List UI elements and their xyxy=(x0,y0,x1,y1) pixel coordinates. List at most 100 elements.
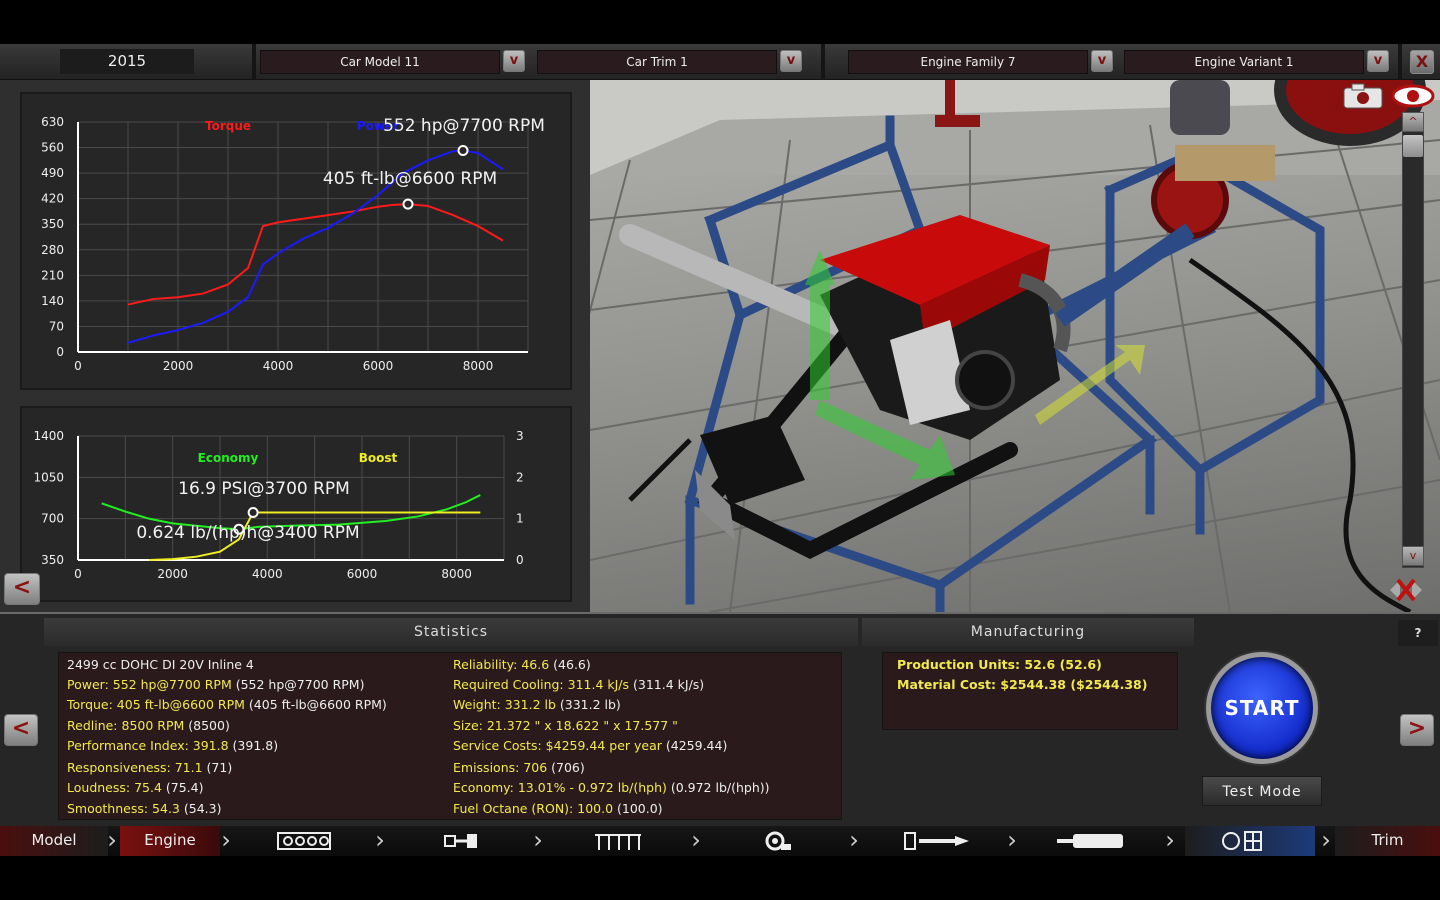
car-trim-chevron-down-icon[interactable]: v xyxy=(780,50,802,72)
car-model-dropdown[interactable]: Car Model 11 xyxy=(260,50,500,74)
chevron-right-icon: › xyxy=(107,826,117,854)
scroll-thumb[interactable] xyxy=(1403,135,1423,157)
stat-line: Weight: 331.2 lb (331.2 lb) xyxy=(453,697,621,712)
camera-icon xyxy=(1343,83,1383,109)
year-selector[interactable]: 2015 xyxy=(60,49,194,74)
test-mode-button[interactable]: Test Mode xyxy=(1202,776,1322,806)
engine-variant-dropdown[interactable]: Engine Variant 1 xyxy=(1124,50,1364,74)
back-button[interactable]: < xyxy=(4,573,40,605)
valvetrain-icon xyxy=(595,834,641,850)
engine-3d-viewport[interactable]: ^ v xyxy=(590,80,1440,612)
peak-marker xyxy=(247,506,259,518)
hide-parts-icon[interactable] xyxy=(1386,574,1426,606)
y-tick-label: 0 xyxy=(56,345,64,359)
chevron-right-icon: › xyxy=(691,826,701,854)
economy-boost-chart: 350 700 1050 1400 0 1 2 3 0 2000 4000 6000 8000 Econo… xyxy=(20,406,572,602)
stat-line: Power: 552 hp@7700 RPM (552 hp@7700 RPM) xyxy=(67,677,365,692)
divider xyxy=(821,44,825,80)
scroll-down-arrow-icon[interactable]: v xyxy=(1402,546,1424,566)
y-tick-label: 280 xyxy=(41,243,64,257)
x-tick-label: 2000 xyxy=(157,567,188,581)
help-button[interactable]: ? xyxy=(1398,620,1438,646)
y-tick-label: 630 xyxy=(41,115,64,129)
y-tick-label: 700 xyxy=(41,512,64,526)
graph-panel: 0 70 140 210 280 350 420 490 560 630 0 2000 4000 6000… xyxy=(0,80,590,612)
engine-family-dropdown[interactable]: Engine Family 7 xyxy=(848,50,1088,74)
legend-economy: Economy xyxy=(198,451,259,465)
nav-valvetrain[interactable] xyxy=(553,826,683,856)
power-torque-chart-svg: 0 70 140 210 280 350 420 490 560 630 0 2000 4000 6000… xyxy=(41,115,545,373)
manufacturing-header: Manufacturing xyxy=(862,618,1194,646)
car-trim-dropdown[interactable]: Car Trim 1 xyxy=(537,50,777,74)
x-tick-label: 8000 xyxy=(463,359,494,373)
engine-family-chevron-down-icon[interactable]: v xyxy=(1091,50,1113,72)
divider xyxy=(252,44,256,80)
x-tick-label: 6000 xyxy=(363,359,394,373)
stat-line: Size: 21.372 " x 18.622 " x 17.577 " xyxy=(453,718,678,733)
nav-block[interactable] xyxy=(240,826,370,856)
eye-icon xyxy=(1391,84,1435,108)
engine-variant-chevron-down-icon[interactable]: v xyxy=(1367,50,1389,72)
y-tick-label: 560 xyxy=(41,141,64,155)
scroll-up-arrow-icon[interactable]: ^ xyxy=(1402,112,1424,132)
stat-line: Torque: 405 ft-lb@6600 RPM (405 ft-lb@66… xyxy=(67,697,387,712)
crank-pulley xyxy=(955,350,1015,410)
view-scrollbar[interactable] xyxy=(1402,112,1424,568)
nav-fuel[interactable] xyxy=(869,826,999,856)
nav-turbo[interactable] xyxy=(711,826,841,856)
stat-line: 2499 cc DOHC DI 20V Inline 4 xyxy=(67,657,254,672)
stat-line: Responsiveness: 71.1 (71) xyxy=(67,760,233,775)
nav-exhaust[interactable] xyxy=(1027,826,1157,856)
chevron-right-icon: › xyxy=(221,826,231,854)
x-tick-label: 4000 xyxy=(252,567,283,581)
nav-engine[interactable]: Engine xyxy=(120,826,220,856)
peak-annotation: 405 ft-lb@6600 RPM xyxy=(323,169,497,189)
chevron-right-icon: › xyxy=(1007,826,1017,854)
crankshaft-icon xyxy=(444,834,477,848)
peak-marker xyxy=(457,144,469,156)
legend-boost: Boost xyxy=(359,451,398,465)
car-model-chevron-down-icon[interactable]: v xyxy=(503,50,525,72)
mfg-line: Production Units: 52.6 (52.6) xyxy=(897,657,1102,672)
visibility-toggle-button[interactable] xyxy=(1390,82,1436,110)
economy-boost-chart-svg: 350 700 1050 1400 0 1 2 3 0 2000 4000 6000 8000 Econo… xyxy=(33,429,524,581)
stand-base xyxy=(935,115,980,127)
peak-marker xyxy=(402,198,414,210)
next-stage-button[interactable]: > xyxy=(1400,714,1434,746)
engine-scene xyxy=(590,80,1440,612)
stand-pole xyxy=(945,80,955,115)
prev-stage-button[interactable]: < xyxy=(4,714,38,746)
chevron-right-icon: › xyxy=(849,826,859,854)
y-tick-label: 350 xyxy=(41,217,64,231)
cable xyxy=(1188,257,1412,612)
start-button[interactable]: START xyxy=(1206,652,1318,764)
stat-line: Performance Index: 391.8 (391.8) xyxy=(67,738,279,753)
y-tick-label: 1400 xyxy=(33,429,64,443)
peak-annotation: 0.624 lb/(hp)h@3400 RPM xyxy=(136,523,359,543)
stat-line: Loudness: 75.4 (75.4) xyxy=(67,780,204,795)
camera-button[interactable] xyxy=(1340,82,1386,110)
stat-line: Emissions: 706 (706) xyxy=(453,760,585,775)
y-tick-label: 210 xyxy=(41,268,64,282)
chevron-right-icon: › xyxy=(533,826,543,854)
y2-tick-label: 0 xyxy=(516,553,524,567)
bottom-panel: Statistics Manufacturing ? 2499 cc DOHC … xyxy=(0,612,1440,826)
stat-line: Required Cooling: 311.4 kJ/s (311.4 kJ/s… xyxy=(453,677,705,692)
x-tick-label: 2000 xyxy=(163,359,194,373)
y-tick-label: 140 xyxy=(41,294,64,308)
statistics-box: 2499 cc DOHC DI 20V Inline 4 Power: 552 … xyxy=(58,652,842,820)
x-tick-label: 0 xyxy=(74,359,82,373)
stat-line: Fuel Octane (RON): 100.0 (100.0) xyxy=(453,801,663,816)
peak-annotation: 16.9 PSI@3700 RPM xyxy=(178,479,350,499)
nav-crank[interactable] xyxy=(395,826,525,856)
nav-trim[interactable]: Trim xyxy=(1335,826,1440,856)
chevron-right-icon: › xyxy=(1165,826,1175,854)
engine-block-icon xyxy=(277,832,331,850)
x-tick-label: 8000 xyxy=(441,567,472,581)
x-tick-label: 6000 xyxy=(347,567,378,581)
nav-model[interactable]: Model xyxy=(0,826,108,856)
y-tick-label: 420 xyxy=(41,192,64,206)
chevron-right-icon: › xyxy=(375,826,385,854)
nav-gauges[interactable] xyxy=(1185,826,1315,856)
close-button[interactable]: X xyxy=(1410,50,1434,74)
